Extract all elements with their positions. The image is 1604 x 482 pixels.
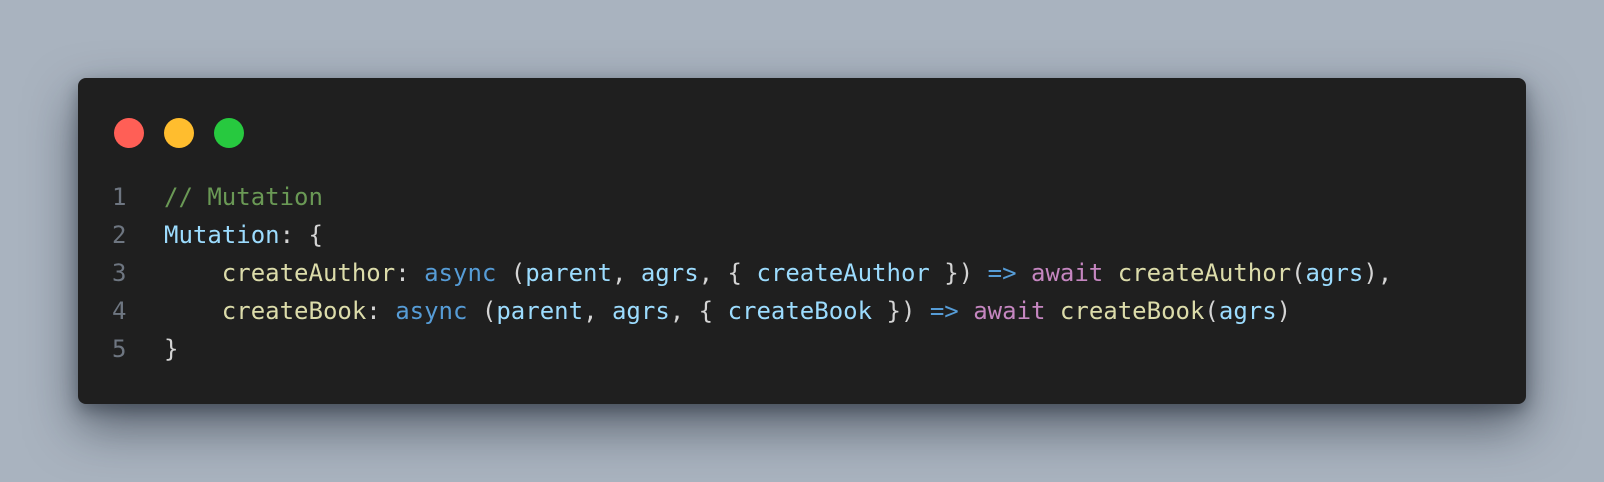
code-token: (	[1204, 297, 1219, 325]
code-block: 1 // Mutation 2 Mutation: { 3 createAuth…	[112, 178, 1506, 368]
window-controls	[114, 118, 244, 148]
code-token: )	[1276, 297, 1292, 325]
code-token: createAuthor	[221, 259, 396, 287]
code-token: ,	[583, 297, 612, 325]
code-token: async	[395, 297, 468, 325]
line-content: createAuthor: async (parent, agrs, { cre…	[164, 254, 1392, 292]
code-token: createBook	[221, 297, 367, 325]
line-number: 5	[112, 335, 127, 363]
code-line: 2 Mutation: {	[112, 216, 1506, 254]
minimize-dot-icon[interactable]	[164, 118, 194, 148]
code-token: createBook	[727, 297, 873, 325]
code-token: await	[1031, 259, 1104, 287]
code-token: createAuthor	[1117, 259, 1292, 287]
code-token: // Mutation	[164, 183, 323, 211]
close-dot-icon[interactable]	[114, 118, 144, 148]
code-token: agrs	[611, 297, 670, 325]
code-token: =>	[987, 259, 1017, 287]
line-number: 2	[112, 221, 127, 249]
line-content: }	[164, 330, 178, 368]
code-line: 5 }	[112, 330, 1506, 368]
code-token: (	[467, 297, 497, 325]
code-token: parent	[496, 297, 584, 325]
line-number: 1	[112, 183, 127, 211]
line-number: 4	[112, 297, 127, 325]
code-token: :	[366, 297, 396, 325]
code-token: agrs	[1305, 259, 1364, 287]
code-token: agrs	[640, 259, 699, 287]
code-line: 4 createBook: async (parent, agrs, { cre…	[112, 292, 1506, 330]
code-token: , {	[698, 259, 757, 287]
line-content: Mutation: {	[164, 216, 323, 254]
code-token: : {	[279, 221, 323, 249]
code-token: ,	[611, 259, 641, 287]
line-content: createBook: async (parent, agrs, { creat…	[164, 292, 1291, 330]
code-token: =>	[929, 297, 959, 325]
code-line: 3 createAuthor: async (parent, agrs, { c…	[112, 254, 1506, 292]
code-token: parent	[525, 259, 612, 287]
line-content: // Mutation	[164, 178, 323, 216]
code-token: }	[164, 335, 179, 363]
code-token: })	[872, 297, 930, 325]
code-line: 1 // Mutation	[112, 178, 1506, 216]
code-token: Mutation	[164, 221, 280, 249]
code-window: 1 // Mutation 2 Mutation: { 3 createAuth…	[78, 78, 1526, 404]
code-token: ),	[1363, 259, 1393, 287]
code-token: createAuthor	[756, 259, 930, 287]
code-token: createBook	[1059, 297, 1205, 325]
code-token: :	[395, 259, 425, 287]
code-token: await	[973, 297, 1046, 325]
zoom-dot-icon[interactable]	[214, 118, 244, 148]
code-token: (	[496, 259, 526, 287]
code-token: agrs	[1218, 297, 1277, 325]
code-token: async	[424, 259, 497, 287]
code-token: })	[929, 259, 988, 287]
code-token: , {	[669, 297, 728, 325]
code-token: (	[1291, 259, 1306, 287]
line-number: 3	[112, 259, 127, 287]
